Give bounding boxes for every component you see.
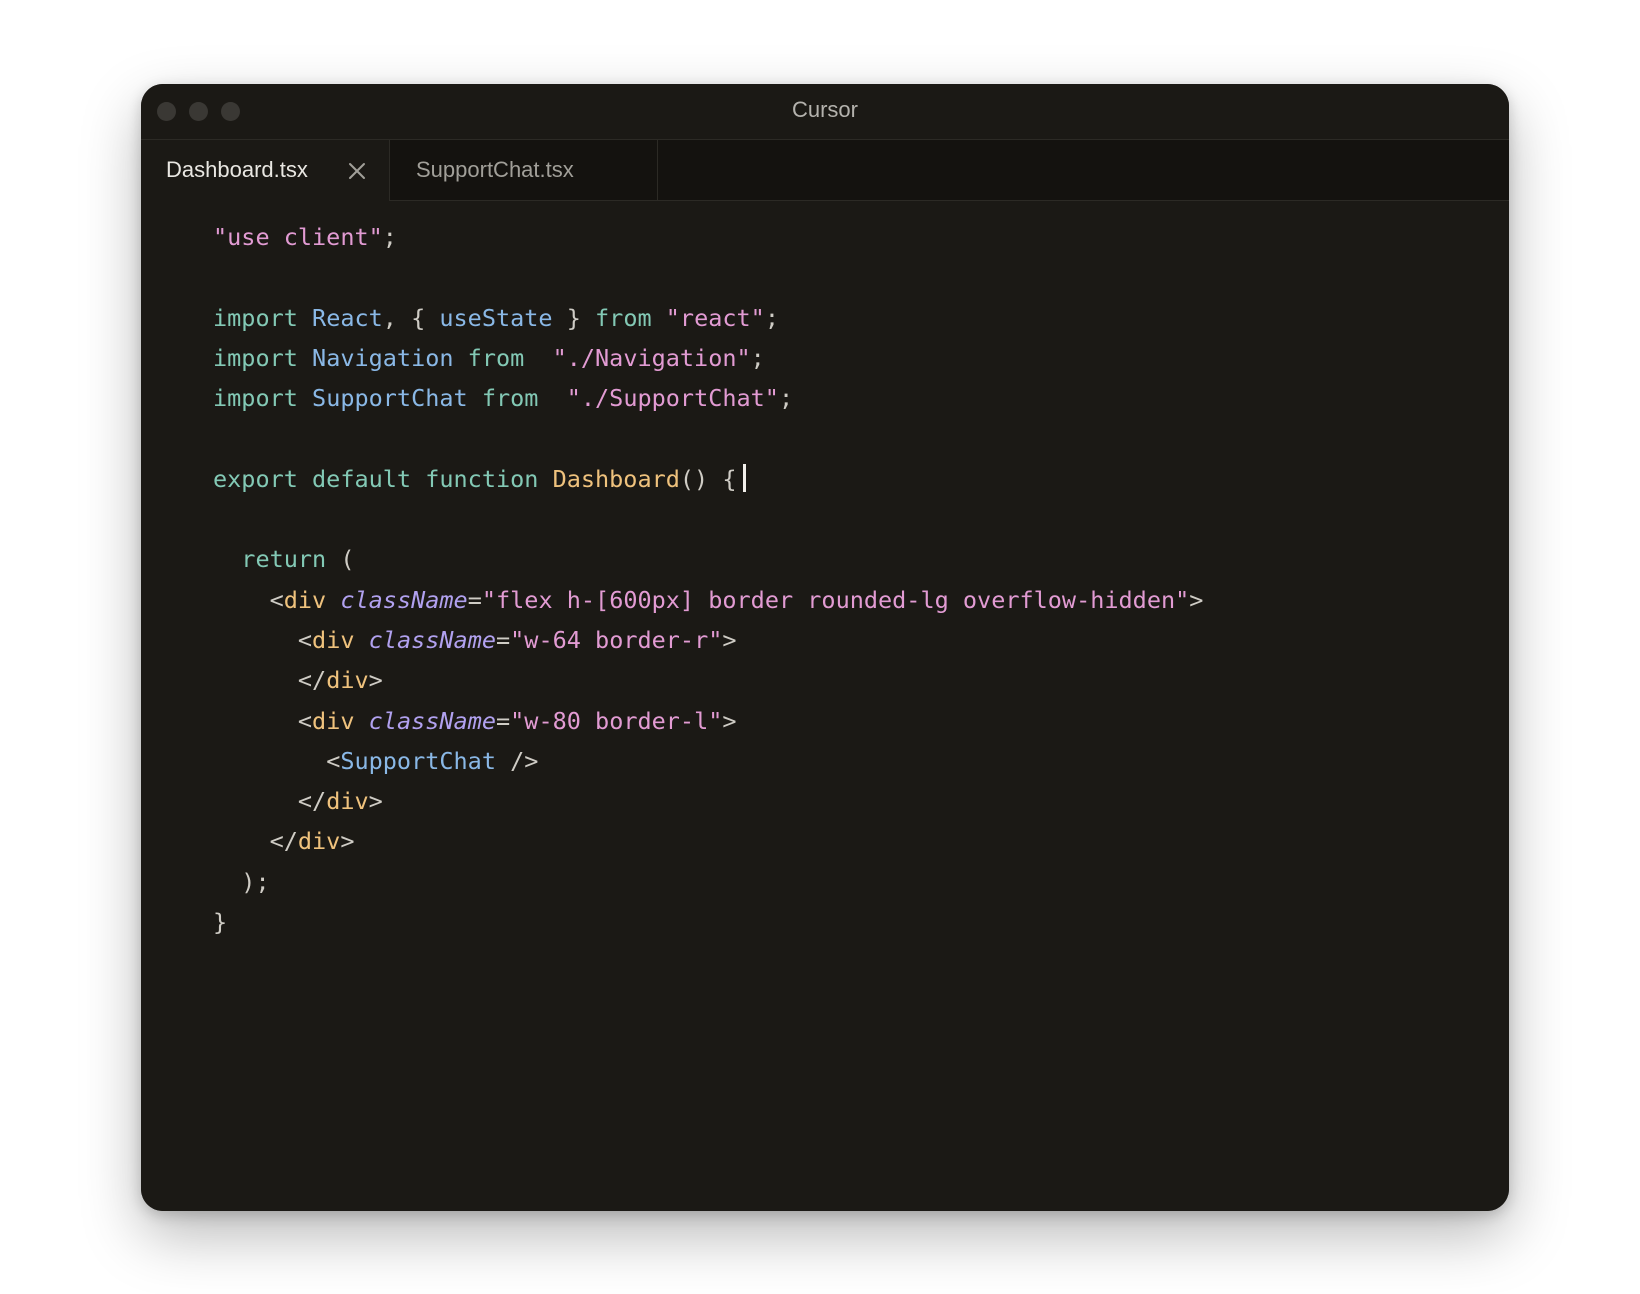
- title-bar: Cursor: [141, 84, 1509, 140]
- token: div: [312, 625, 355, 654]
- text-caret: [742, 463, 746, 492]
- token: from: [467, 384, 553, 413]
- token: >: [1189, 585, 1204, 614]
- token: <: [297, 706, 313, 735]
- token: import: [213, 343, 313, 372]
- token: <: [326, 746, 341, 775]
- token: import: [213, 384, 313, 413]
- token: "react": [665, 303, 765, 332]
- token: export default function: [213, 464, 553, 493]
- code-content: "use client"; import React, { useState }…: [213, 217, 1203, 942]
- token: SupportChat: [340, 746, 496, 775]
- token: "use client": [213, 223, 383, 251]
- code-line-10: <div className="flex h-[600px] border ro…: [213, 580, 1204, 620]
- code-line-3: import React, { useState } from "react";: [213, 298, 1203, 338]
- token: </: [297, 787, 327, 816]
- token: "./SupportChat": [566, 384, 779, 413]
- token: useState: [439, 303, 553, 332]
- token: SupportChat: [312, 384, 468, 413]
- token: React: [312, 303, 383, 332]
- code-line-15: </div>: [213, 781, 1203, 821]
- token: className: [368, 625, 496, 654]
- token: return: [241, 545, 327, 574]
- token: />: [495, 746, 539, 775]
- code-line-13: <div className="w-80 border-l">: [213, 701, 1203, 741]
- token: import: [213, 303, 313, 332]
- token: Navigation: [312, 343, 454, 372]
- token: from: [595, 303, 666, 332]
- token: >: [722, 625, 737, 654]
- token: >: [722, 706, 737, 735]
- token: >: [368, 787, 383, 816]
- token: "w-64 border-r": [510, 625, 723, 654]
- editor-window: Cursor Dashboard.tsx SupportChat.tsx "us…: [141, 84, 1509, 1211]
- code-editor[interactable]: "use client"; import React, { useState }…: [141, 201, 1509, 1211]
- code-line-14: <SupportChat />: [213, 741, 1203, 781]
- token: Dashboard: [552, 464, 680, 493]
- code-line-16: </div>: [213, 821, 1203, 861]
- code-line-1: "use client";: [213, 217, 1203, 257]
- code-line-12: </div>: [213, 660, 1203, 700]
- token: div: [326, 666, 369, 695]
- token: "./Navigation": [552, 343, 751, 372]
- code-line-17: );: [213, 862, 1203, 902]
- code-line-4: import Navigation from "./Navigation";: [213, 338, 1203, 378]
- token: ;: [750, 343, 765, 372]
- token: }: [552, 303, 596, 332]
- token: className: [340, 585, 468, 614]
- token: =: [467, 585, 482, 614]
- token: div: [312, 706, 355, 735]
- token: );: [241, 867, 270, 896]
- token: () {: [679, 464, 737, 493]
- code-line-18: }: [213, 902, 1203, 942]
- token: <: [297, 625, 313, 654]
- tab-label: Dashboard.tsx: [166, 157, 308, 182]
- code-line-9: return (: [213, 539, 1203, 579]
- tab-label: SupportChat.tsx: [416, 157, 574, 182]
- code-line-5: import SupportChat from "./SupportChat";: [213, 378, 1203, 418]
- code-line-11: <div className="w-64 border-r">: [213, 620, 1203, 660]
- token: from: [453, 343, 539, 372]
- tab-bar: Dashboard.tsx SupportChat.tsx: [141, 140, 1509, 201]
- code-line-7: export default function Dashboard() {: [213, 459, 1203, 499]
- token: "flex h-[600px] border rounded-lg overfl…: [481, 585, 1190, 614]
- token: className: [368, 706, 496, 735]
- token: =: [496, 625, 511, 654]
- token: ;: [764, 303, 779, 332]
- token: , {: [382, 303, 440, 332]
- token: >: [368, 666, 383, 695]
- token: </: [297, 666, 327, 695]
- token: >: [340, 827, 355, 856]
- close-icon[interactable]: [347, 161, 367, 181]
- token: div: [326, 787, 369, 816]
- window-title: Cursor: [791, 97, 858, 122]
- token: div: [283, 585, 327, 614]
- token: div: [297, 827, 341, 856]
- token: "w-80 border-l": [510, 706, 723, 735]
- token: }: [213, 908, 228, 937]
- token: (: [326, 545, 355, 574]
- token: ;: [778, 384, 794, 413]
- token: =: [496, 706, 511, 735]
- tab-dashboard[interactable]: Dashboard.tsx: [141, 140, 390, 201]
- tab-supportchat[interactable]: SupportChat.tsx: [390, 140, 658, 200]
- token: <: [269, 585, 284, 614]
- token: ;: [382, 223, 397, 251]
- token: </: [269, 827, 298, 856]
